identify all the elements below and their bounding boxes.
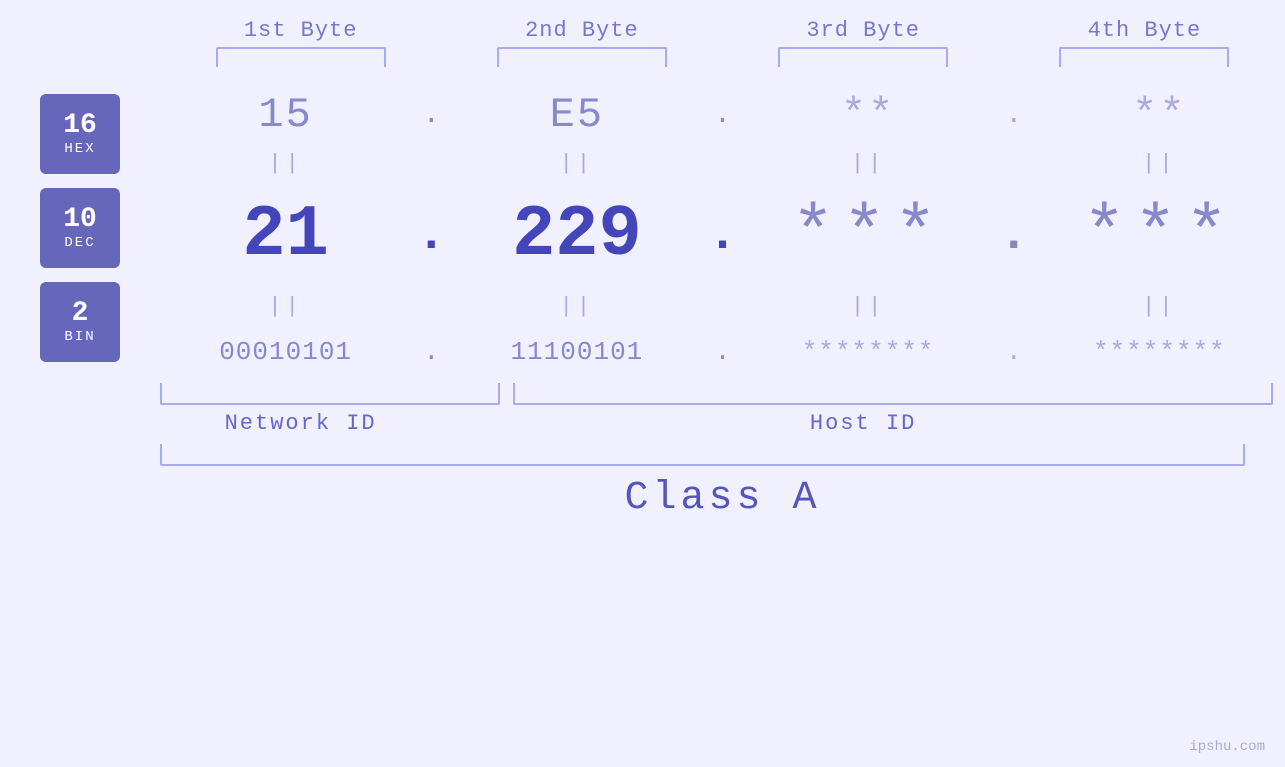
bracket-cell-3 xyxy=(723,47,1004,67)
network-bottom-bracket xyxy=(160,383,500,405)
bin-badge-label: BIN xyxy=(64,329,95,345)
network-bracket-cell xyxy=(160,383,500,405)
byte1-header: 1st Byte xyxy=(160,18,441,43)
bin-dot3: . xyxy=(994,337,1034,367)
outer-bottom-bracket xyxy=(160,444,1245,466)
dec-badge: 10 DEC xyxy=(40,188,120,268)
equals-row-1: || || || || xyxy=(160,149,1285,178)
outer-bracket-row xyxy=(0,444,1285,466)
dec-b3-cell: *** xyxy=(743,194,994,276)
top-bracket-3 xyxy=(778,47,948,67)
eq1-b3: || xyxy=(743,151,994,176)
equals-row-2: || || || || xyxy=(160,292,1285,321)
hex-badge-number: 16 xyxy=(63,111,97,142)
hex-dot2: . xyxy=(703,100,743,131)
dec-dot1: . xyxy=(411,207,451,264)
hex-b4-cell: ** xyxy=(1034,91,1285,139)
dec-b3: *** xyxy=(791,194,945,276)
host-bottom-bracket xyxy=(513,383,1273,405)
eq2-b4: || xyxy=(1034,294,1285,319)
dec-b1: 21 xyxy=(242,194,328,276)
eq1-b4: || xyxy=(1034,151,1285,176)
hex-b3-cell: ** xyxy=(743,91,994,139)
hex-b4: ** xyxy=(1132,91,1186,139)
bin-b3-cell: ******** xyxy=(743,337,994,367)
hex-badge: 16 HEX xyxy=(40,94,120,174)
hex-dot1: . xyxy=(411,100,451,131)
watermark: ipshu.com xyxy=(1189,739,1265,755)
dec-b1-cell: 21 xyxy=(160,194,411,276)
hex-b3: ** xyxy=(841,91,895,139)
bin-b2: 11100101 xyxy=(510,337,643,367)
hex-dot3: . xyxy=(994,100,1034,131)
byte-headers: 1st Byte 2nd Byte 3rd Byte 4th Byte xyxy=(0,18,1285,43)
bin-row: 00010101 . 11100101 . ******** . xyxy=(160,331,1285,373)
top-bracket-2 xyxy=(497,47,667,67)
dec-row: 21 . 229 . *** . *** xyxy=(160,188,1285,282)
dec-badge-label: DEC xyxy=(64,235,95,251)
dec-badge-number: 10 xyxy=(63,205,97,236)
eq2-b1: || xyxy=(160,294,411,319)
labels-row: Network ID Host ID xyxy=(0,411,1285,436)
dec-dot2: . xyxy=(703,207,743,264)
byte2-header: 2nd Byte xyxy=(441,18,722,43)
dec-b2: 229 xyxy=(512,194,642,276)
top-bracket-4 xyxy=(1059,47,1229,67)
main-container: 1st Byte 2nd Byte 3rd Byte 4th Byte 16 H… xyxy=(0,0,1285,767)
eq1-b2: || xyxy=(451,151,702,176)
network-id-label-cell: Network ID xyxy=(160,411,441,436)
dec-b4-cell: *** xyxy=(1034,194,1285,276)
bracket-cell-1 xyxy=(160,47,441,67)
hex-b1-cell: 15 xyxy=(160,91,411,139)
bin-badge: 2 BIN xyxy=(40,282,120,362)
eq2-b2: || xyxy=(451,294,702,319)
main-area: 16 HEX 10 DEC 2 BIN 15 . xyxy=(0,77,1285,379)
host-id-label: Host ID xyxy=(810,411,916,436)
bin-dot1: . xyxy=(411,337,451,367)
values-grid: 15 . E5 . ** . ** xyxy=(160,77,1285,379)
hex-b2: E5 xyxy=(550,91,604,139)
dec-dot3: . xyxy=(994,207,1034,264)
bracket-cell-2 xyxy=(441,47,722,67)
byte3-header: 3rd Byte xyxy=(723,18,1004,43)
bottom-brackets-row xyxy=(0,383,1285,405)
hex-b1: 15 xyxy=(258,91,312,139)
bin-b4-cell: ******** xyxy=(1034,337,1285,367)
class-label: Class A xyxy=(624,476,820,521)
bin-badge-number: 2 xyxy=(72,299,89,330)
hex-b2-cell: E5 xyxy=(451,91,702,139)
eq1-b1: || xyxy=(160,151,411,176)
badge-column: 16 HEX 10 DEC 2 BIN xyxy=(0,77,160,379)
byte4-header: 4th Byte xyxy=(1004,18,1285,43)
eq2-b3: || xyxy=(743,294,994,319)
top-brackets-row xyxy=(0,47,1285,67)
bin-b1-cell: 00010101 xyxy=(160,337,411,367)
bin-dot2: . xyxy=(703,337,743,367)
host-bracket-cell xyxy=(500,383,1285,405)
dec-b2-cell: 229 xyxy=(451,194,702,276)
network-id-label: Network ID xyxy=(225,411,377,436)
dec-b4: *** xyxy=(1083,194,1237,276)
bin-b2-cell: 11100101 xyxy=(451,337,702,367)
bin-b1: 00010101 xyxy=(219,337,352,367)
hex-row: 15 . E5 . ** . ** xyxy=(160,85,1285,145)
class-row: Class A xyxy=(0,476,1285,521)
bracket-cell-4 xyxy=(1004,47,1285,67)
host-id-label-cell: Host ID xyxy=(441,411,1285,436)
bin-b3: ******** xyxy=(802,337,935,367)
bin-b4: ******** xyxy=(1093,337,1226,367)
hex-badge-label: HEX xyxy=(64,141,95,157)
top-bracket-1 xyxy=(216,47,386,67)
